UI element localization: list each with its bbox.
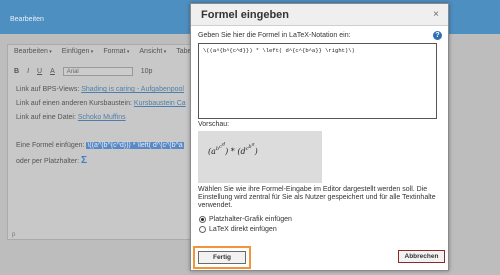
formula-line: Eine Formel einfügen: \((a^{b^{c^d}}) * …	[16, 142, 184, 149]
radio-graphic-option[interactable]: Platzhalter-Grafik einfügen	[199, 216, 292, 223]
placeholder-line: oder per Platzhalter: Σ	[16, 155, 87, 166]
bold-button: B	[14, 68, 20, 75]
latex-input[interactable]	[198, 43, 437, 119]
radio-latex-option[interactable]: LaTeX direkt einfügen	[199, 226, 277, 233]
line-text: Eine Formel einfügen:	[16, 142, 87, 149]
text-color-button: A	[50, 68, 55, 75]
help-icon[interactable]: ?	[433, 31, 442, 40]
font-size-select: 10p	[140, 68, 153, 75]
line-text: oder per Platzhalter:	[16, 158, 81, 165]
radio-latex[interactable]	[199, 226, 206, 233]
ok-button-highlight: Fertig	[193, 246, 251, 269]
menu-ansicht: Ansicht	[139, 48, 166, 55]
font-select: Arial	[62, 67, 133, 76]
preview-label: Vorschau:	[198, 121, 230, 128]
display-setting-note: Wählen Sie wie ihre Formel-Eingabe im Ed…	[198, 186, 436, 209]
italic-button: I	[27, 68, 30, 75]
content-line-1: Link auf BPS-Views: Shading is caring - …	[16, 86, 184, 93]
line-text: Link auf eine Datei:	[16, 114, 78, 121]
selected-formula: \((a^{b^{c^d}}) * \left( d^{c^{b^a	[86, 142, 184, 149]
radio-latex-label: LaTeX direkt einfügen	[209, 226, 277, 233]
line-text: Link auf einen anderen Kursbaustein:	[16, 100, 134, 107]
sigma-icon: Σ	[80, 155, 87, 166]
content-link-1: Shading is caring - Aufgabenpool	[81, 86, 184, 93]
editor-title: Bearbeiten	[10, 16, 44, 23]
preview-part: (a	[208, 146, 216, 156]
editor-status-path: p	[12, 232, 16, 238]
dialog-header: Formel eingeben ×	[191, 4, 448, 26]
menu-einfuegen: Einfügen	[62, 48, 94, 55]
menu-bearbeiten: Bearbeiten	[14, 48, 52, 55]
preview-formula: (abcd) * (dcba)	[208, 141, 258, 156]
editor-toolbar: B I U A Arial 10p	[14, 67, 152, 76]
underline-button: U	[37, 68, 43, 75]
preview-part: )	[254, 146, 258, 156]
formula-dialog: Formel eingeben × Geben Sie hier die For…	[190, 3, 449, 271]
radio-graphic-label: Platzhalter-Grafik einfügen	[209, 216, 292, 223]
cancel-button[interactable]: Abbrechen	[398, 250, 445, 263]
formula-preview: (abcd) * (dcba)	[198, 131, 322, 183]
editor-menu-bar: Bearbeiten Einfügen Format Ansicht Tabe	[14, 48, 195, 55]
close-icon[interactable]: ×	[433, 9, 439, 20]
content-link-3: Schoko Muffins	[77, 114, 126, 121]
menu-format: Format	[103, 48, 129, 55]
content-link-2: Kursbaustein Ca	[133, 100, 186, 107]
latex-prompt-label: Geben Sie hier die Formel in LaTeX-Notat…	[198, 32, 351, 39]
content-line-2: Link auf einen anderen Kursbaustein: Kur…	[16, 100, 186, 107]
line-text: Link auf BPS-Views:	[16, 86, 82, 93]
radio-graphic[interactable]	[199, 216, 206, 223]
preview-part: ) * (	[225, 146, 241, 156]
dialog-title: Formel eingeben	[201, 9, 290, 21]
ok-button[interactable]: Fertig	[198, 251, 246, 264]
content-line-3: Link auf eine Datei: Schoko Muffins	[16, 114, 126, 121]
